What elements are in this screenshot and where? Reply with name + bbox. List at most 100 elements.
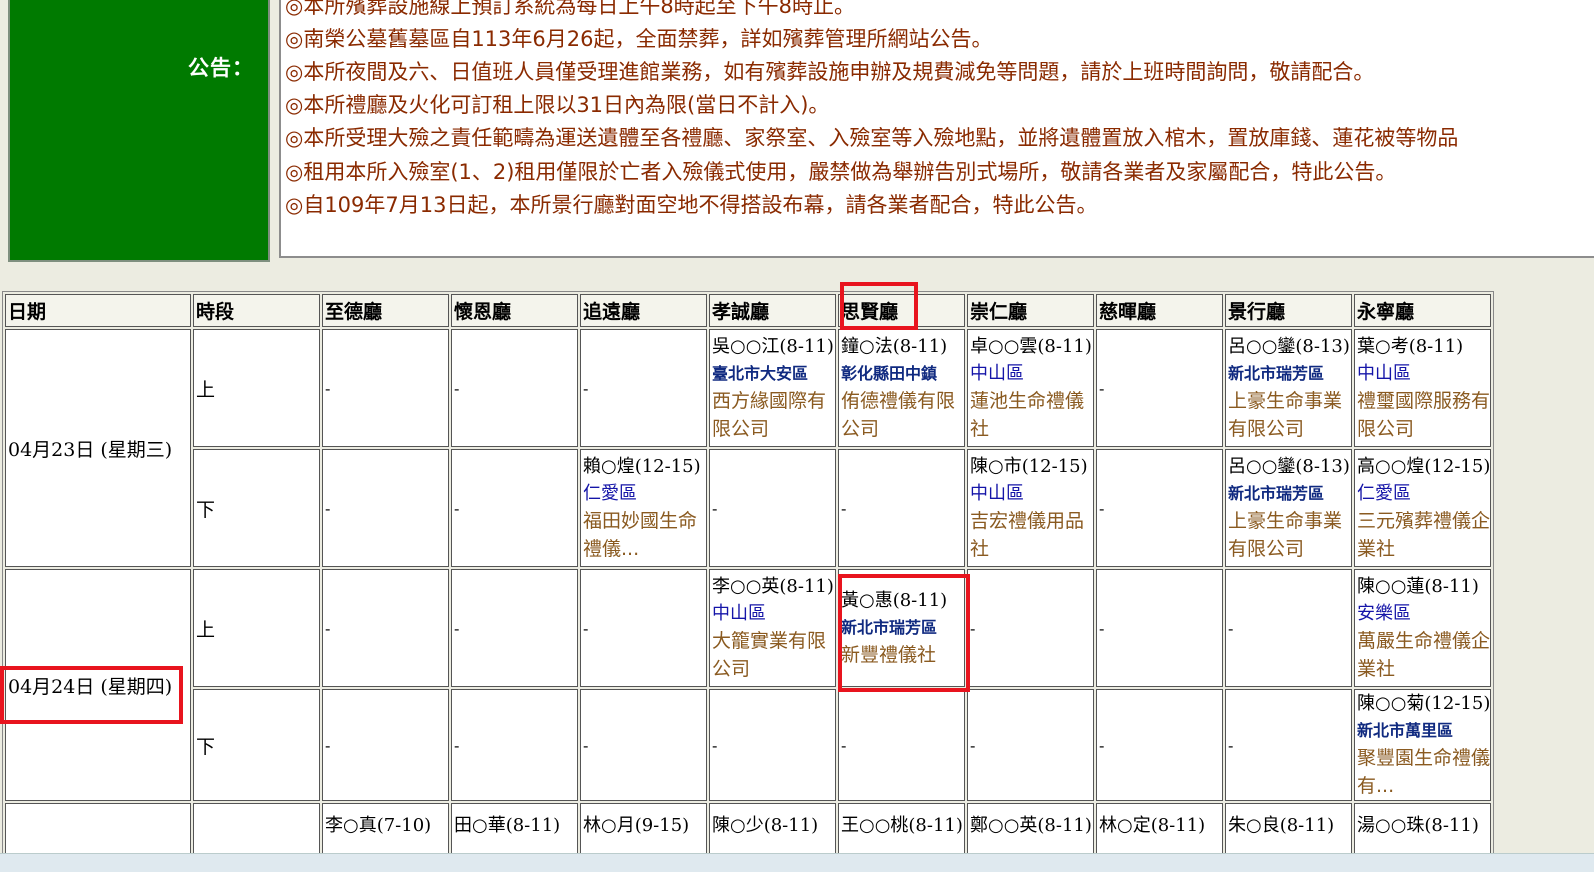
period-cell: 下 xyxy=(193,689,320,801)
empty-marker: - xyxy=(970,619,976,638)
booking-cell: 陳○○蓮(8-11) 安樂區 萬嚴生命禮儀企業社 xyxy=(1354,569,1492,687)
deceased-name-link[interactable]: 朱○良(8-11) xyxy=(1228,804,1351,839)
empty-marker: - xyxy=(454,619,460,638)
deceased-name-link[interactable]: 王○○桃(8-11) xyxy=(841,804,964,839)
booking-cell: 賴○煌(12-15) 仁愛區 福田妙國生命禮儀... xyxy=(580,449,707,567)
deceased-name-link[interactable]: 湯○○珠(8-11) xyxy=(1357,804,1490,839)
empty-slot-cell: - xyxy=(322,689,449,801)
empty-slot-cell: - xyxy=(322,569,449,687)
deceased-name-link[interactable]: 李○○英(8-11) xyxy=(712,573,835,600)
period-cell: 下 xyxy=(193,449,320,567)
column-header-hall: 慈暉廳 xyxy=(1096,294,1223,327)
district-label: 中山區 xyxy=(1357,363,1411,384)
deceased-name-link[interactable]: 林○月(9-15) xyxy=(583,804,706,839)
district-label: 新北市瑞芳區 xyxy=(1228,484,1325,503)
district-label: 彰化縣田中鎮 xyxy=(841,364,938,383)
deceased-name-link[interactable]: 高○○煌(12-15) xyxy=(1357,453,1490,480)
empty-slot-cell: - xyxy=(1096,329,1223,447)
district-label: 新北市瑞芳區 xyxy=(841,618,938,637)
empty-slot-cell: - xyxy=(709,449,836,567)
hall-schedule-table: 日期 時段 至德廳 懷恩廳 追遠廳 孝誠廳 思賢廳 崇仁廳 慈暉廳 景行廳 永寧廳 04月23日 (… xyxy=(2,291,1495,866)
announcement-panel: 公告： ◎本所殯葬設施線上預訂系統為每日上午8時起至下午8時止。 ◎南榮公墓舊墓… xyxy=(0,0,1594,266)
deceased-name-link[interactable]: 呂○○鑾(8-13) xyxy=(1228,453,1351,480)
table-header-row: 日期 時段 至德廳 懷恩廳 追遠廳 孝誠廳 思賢廳 崇仁廳 慈暉廳 景行廳 永寧廳 xyxy=(5,294,1492,327)
deceased-name-link[interactable]: 林○定(8-11) xyxy=(1099,804,1222,839)
empty-slot-cell: - xyxy=(322,449,449,567)
deceased-name-link[interactable]: 李○真(7-10) xyxy=(325,804,448,839)
booking-cell: 葉○考(8-11) 中山區 禮璽國際服務有限公司 xyxy=(1354,329,1492,447)
funeral-company-label: 蓮池生命禮儀社 xyxy=(970,390,1085,440)
empty-slot-cell: - xyxy=(451,569,578,687)
empty-slot-cell: - xyxy=(967,689,1094,801)
booking-cell: 陳○○菊(12-15) 新北市萬里區 聚豐園生命禮儀有... xyxy=(1354,689,1492,801)
empty-marker: - xyxy=(1099,379,1105,398)
empty-slot-cell: - xyxy=(580,689,707,801)
announcement-line: ◎南榮公墓舊墓區自113年6月26起，全面禁葬，詳如殯葬管理所網站公告。 xyxy=(285,27,993,51)
empty-marker: - xyxy=(583,619,589,638)
column-header-hall: 追遠廳 xyxy=(580,294,707,327)
empty-marker: - xyxy=(325,736,331,755)
funeral-company-label: 西方緣國際有限公司 xyxy=(712,390,827,440)
empty-marker: - xyxy=(841,499,847,518)
empty-marker: - xyxy=(1099,736,1105,755)
funeral-company-label: 上豪生命事業有限公司 xyxy=(1228,390,1343,440)
empty-marker: - xyxy=(1099,619,1105,638)
horizontal-scrollbar-strip[interactable] xyxy=(0,853,1594,872)
announcement-line: ◎本所禮廳及火化可訂租上限以31日內為限(當日不計入)。 xyxy=(285,93,830,117)
empty-marker: - xyxy=(1099,499,1105,518)
empty-slot-cell: - xyxy=(838,449,965,567)
deceased-name-link[interactable]: 賴○煌(12-15) xyxy=(583,453,706,480)
deceased-name-link[interactable]: 陳○少(8-11) xyxy=(712,804,835,839)
empty-slot-cell: - xyxy=(451,689,578,801)
empty-slot-cell: - xyxy=(1225,569,1352,687)
announcement-label-block: 公告： xyxy=(8,0,270,262)
column-header-hall: 懷恩廳 xyxy=(451,294,578,327)
empty-slot-cell: - xyxy=(838,689,965,801)
deceased-name-link[interactable]: 陳○○菊(12-15) xyxy=(1357,690,1490,717)
empty-marker: - xyxy=(454,379,460,398)
booking-cell: 黃○惠(8-11) 新北市瑞芳區 新豐禮儀社 xyxy=(838,569,965,687)
deceased-name-link[interactable]: 鄭○○英(8-11) xyxy=(970,804,1093,839)
funeral-company-label: 福田妙國生命禮儀... xyxy=(583,510,698,560)
column-header-hall: 思賢廳 xyxy=(838,294,965,327)
district-label: 中山區 xyxy=(970,483,1024,504)
deceased-name-link[interactable]: 黃○惠(8-11) xyxy=(841,587,964,614)
deceased-name-link[interactable]: 葉○考(8-11) xyxy=(1357,333,1490,360)
deceased-name-link[interactable]: 田○華(8-11) xyxy=(454,804,577,839)
date-cell: 04月24日 (星期四) xyxy=(5,569,191,801)
empty-slot-cell: - xyxy=(322,329,449,447)
district-label: 新北市瑞芳區 xyxy=(1228,364,1325,383)
booking-cell: 卓○○雲(8-11) 中山區 蓮池生命禮儀社 xyxy=(967,329,1094,447)
district-label: 臺北市大安區 xyxy=(712,364,809,383)
empty-marker: - xyxy=(712,499,718,518)
announcement-line: ◎自109年7月13日起，本所景行廳對面空地不得搭設布幕，請各業者配合，特此公告… xyxy=(285,193,1098,217)
booking-cell: 吳○○江(8-11) 臺北市大安區西方緣國際有限公司 xyxy=(709,329,836,447)
column-header-hall: 景行廳 xyxy=(1225,294,1352,327)
funeral-company-label: 三元殯葬禮儀企業社 xyxy=(1357,510,1491,560)
table-row: 下 - - 賴○煌(12-15) 仁愛區 福田妙國生命禮儀... - - 陳○市(12-15) 中… xyxy=(5,449,1492,567)
district-label: 安樂區 xyxy=(1357,603,1411,624)
deceased-name-link[interactable]: 陳○市(12-15) xyxy=(970,453,1093,480)
deceased-name-link[interactable]: 吳○○江(8-11) xyxy=(712,333,835,360)
deceased-name-link[interactable]: 卓○○雲(8-11) xyxy=(970,333,1093,360)
empty-slot-cell: - xyxy=(1096,689,1223,801)
booking-cell: 呂○○鑾(8-13) 新北市瑞芳區上豪生命事業有限公司 xyxy=(1225,329,1352,447)
announcement-text-box[interactable]: ◎本所殯葬設施線上預訂系統為每日上午8時起至下午8時止。 ◎南榮公墓舊墓區自11… xyxy=(279,0,1594,258)
column-header-hall: 崇仁廳 xyxy=(967,294,1094,327)
booking-cell: 鐘○法(8-11) 彰化縣田中鎮 侑德禮儀有限公司 xyxy=(838,329,965,447)
district-label: 中山區 xyxy=(712,603,766,624)
funeral-company-label: 大籠實業有限公司 xyxy=(712,630,827,680)
column-header-hall: 永寧廳 xyxy=(1354,294,1492,327)
empty-slot-cell: - xyxy=(1096,449,1223,567)
booking-cell: 李○○英(8-11) 中山區大籠實業有限公司 xyxy=(709,569,836,687)
announcement-line: ◎本所受理大殮之責任範疇為運送遺體至各禮廳、家祭室、入殮室等入殮地點，並將遺體置… xyxy=(285,126,1459,150)
deceased-name-link[interactable]: 呂○○鑾(8-13) xyxy=(1228,333,1351,360)
empty-slot-cell: - xyxy=(1225,689,1352,801)
deceased-name-link[interactable]: 鐘○法(8-11) xyxy=(841,333,964,360)
empty-slot-cell: - xyxy=(709,689,836,801)
empty-slot-cell: - xyxy=(451,449,578,567)
empty-marker: - xyxy=(1228,736,1234,755)
deceased-name-link[interactable]: 陳○○蓮(8-11) xyxy=(1357,573,1490,600)
date-cell: 04月23日 (星期三) xyxy=(5,329,191,567)
column-header-hall: 至德廳 xyxy=(322,294,449,327)
